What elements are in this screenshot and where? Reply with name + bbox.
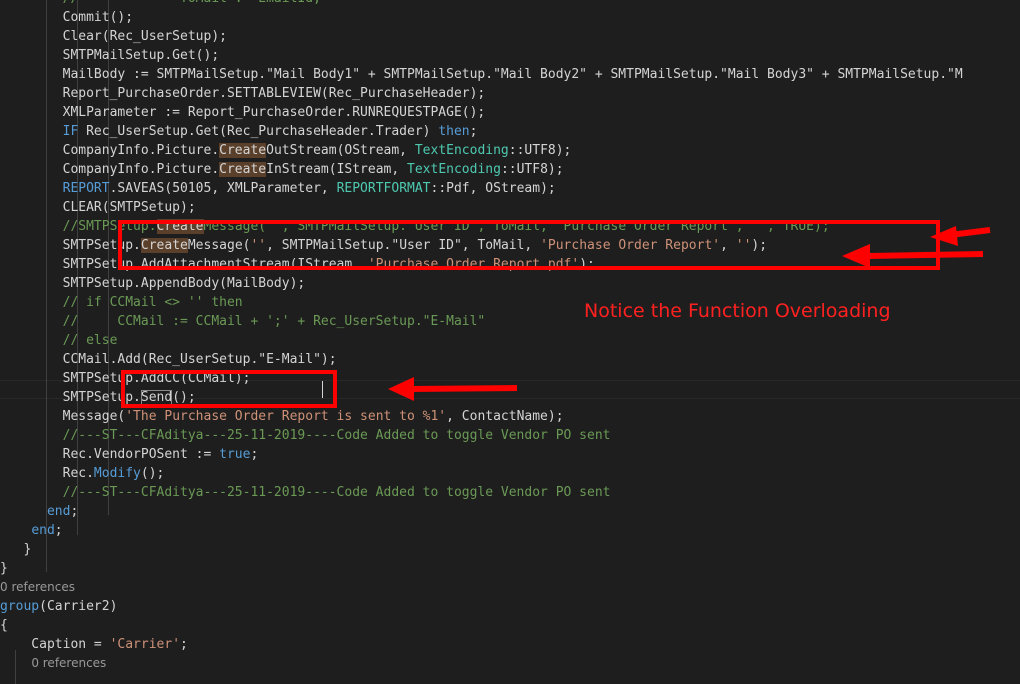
arrow-head-addcc: [388, 377, 414, 401]
annotation-arrows: [388, 226, 991, 401]
arrow-to-createmessage: [867, 251, 984, 259]
arrow-to-addcc: [409, 385, 518, 392]
arrow-head-commented: [930, 226, 958, 246]
arrow-head-createmessage: [842, 244, 870, 268]
annotation-note: Notice the Function Overloading: [584, 300, 891, 322]
